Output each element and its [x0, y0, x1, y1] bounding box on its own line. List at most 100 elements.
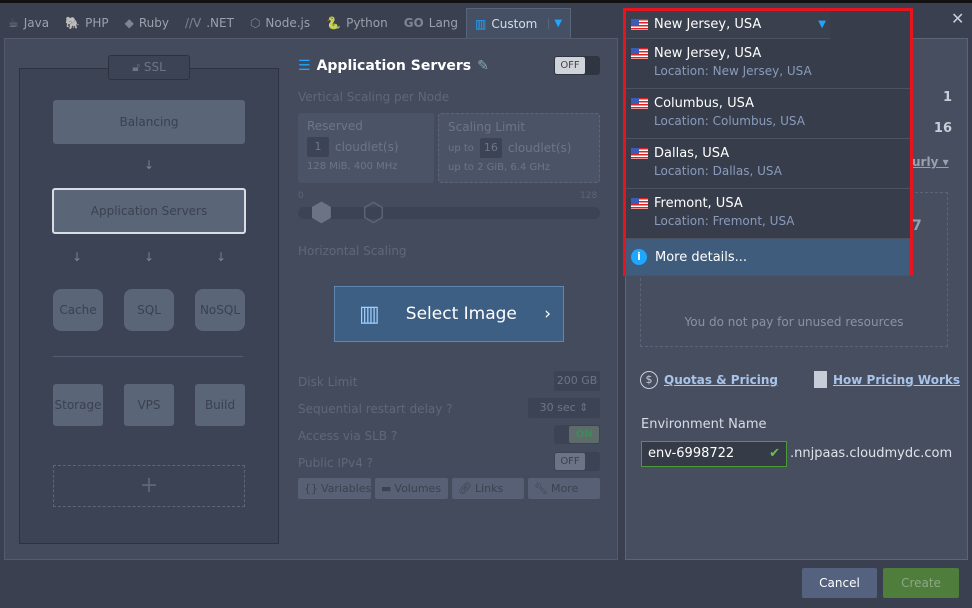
limit-input[interactable]: 16 — [479, 138, 502, 158]
sql-node[interactable]: SQL — [124, 289, 174, 331]
tab-python[interactable]: 🐍 Python — [318, 8, 396, 38]
check-icon: ✔ — [769, 446, 780, 461]
engine-tabs: ☕ Java 🐘 PHP ◆ Ruby //V .NET ⬡ Node.js 🐍 Pytho… — [0, 8, 572, 38]
us-flag-icon — [631, 19, 648, 30]
tab-ruby[interactable]: ◆ Ruby — [117, 8, 177, 38]
arrow-down-icon: ↓ — [216, 250, 227, 264]
select-image-button[interactable]: ▥ Select Image › — [334, 286, 564, 342]
limit-label: Scaling Limit — [448, 120, 526, 134]
billing-period-dropdown[interactable]: urly ▾ — [912, 155, 949, 169]
close-icon[interactable]: ✕ — [951, 9, 964, 28]
info-icon: i — [631, 249, 647, 265]
us-flag-icon — [631, 98, 648, 109]
reserved-count: 1 — [942, 90, 952, 105]
vps-node[interactable]: VPS — [124, 384, 174, 426]
env-name-input[interactable]: env-6998722 ✔ — [641, 441, 787, 467]
price-value: 7 — [912, 218, 922, 234]
links-button[interactable]: 🔗︎ Links — [452, 478, 524, 499]
restart-delay-label: Sequential restart delay ? — [298, 402, 453, 416]
limit-count: 16 — [933, 121, 952, 136]
help-icon[interactable]: ? — [367, 456, 373, 470]
limit-info: up to 2 GiB, 6.4 GHz — [448, 162, 550, 173]
cloudlet-slider[interactable] — [298, 207, 600, 219]
folder-icon: ▬ — [381, 482, 392, 495]
reserved-input[interactable]: 1 — [307, 137, 329, 157]
horizontal-scaling-label: Horizontal Scaling — [298, 244, 407, 258]
add-node-button[interactable]: + — [53, 465, 245, 507]
more-button[interactable]: 🔧︎ More — [528, 478, 600, 499]
disk-limit-input[interactable]: 200 GB — [554, 371, 600, 391]
region-option[interactable]: Columbus, USA Location: Columbus, USA — [626, 89, 910, 139]
region-option[interactable]: Dallas, USA Location: Dallas, USA — [626, 139, 910, 189]
cancel-button[interactable]: Cancel — [802, 568, 877, 598]
cache-node[interactable]: Cache — [53, 289, 103, 331]
more-details-option[interactable]: i More details... — [626, 239, 910, 275]
divider — [53, 356, 243, 357]
top-bar — [0, 0, 972, 3]
ipv4-toggle[interactable]: OFF — [554, 452, 600, 471]
ruby-icon: ◆ — [124, 16, 134, 30]
quotas-link[interactable]: $ Quotas & Pricing — [640, 371, 778, 389]
dotnet-icon: //V — [184, 16, 202, 30]
image-icon: ▥ — [359, 301, 380, 327]
how-pricing-link[interactable]: How Pricing Works — [814, 371, 960, 388]
tab-nodejs[interactable]: ⬡ Node.js — [242, 8, 318, 38]
go-icon: GO — [403, 16, 424, 30]
us-flag-icon — [631, 148, 648, 159]
region-option[interactable]: New Jersey, USA Location: New Jersey, USA — [626, 39, 910, 89]
region-option[interactable]: Fremont, USA Location: Fremont, USA — [626, 189, 910, 239]
us-flag-icon — [631, 198, 648, 209]
cloudlets-label: cloudlet(s) — [507, 141, 572, 155]
vertical-scaling-label: Vertical Scaling per Node — [298, 90, 450, 104]
node-toggle[interactable]: OFF — [554, 56, 600, 75]
link-icon: 🔗︎ — [458, 482, 472, 495]
arrow-down-icon: ↓ — [144, 250, 155, 264]
volumes-button[interactable]: ▬ Volumes — [375, 478, 448, 499]
tab-go[interactable]: GO Lang — [396, 8, 466, 38]
create-button[interactable]: Create — [883, 568, 959, 598]
page-title: Application Servers — [316, 58, 472, 74]
reserved-handle[interactable]: ⬢ — [310, 200, 333, 226]
reserved-label: Reserved — [307, 119, 363, 133]
limit-box: Scaling Limit up to 16 cloudlet(s) up to 2… — [438, 113, 600, 183]
storage-node[interactable]: Storage — [53, 384, 103, 426]
region-dropdown[interactable]: New Jersey, USA ▼ New Jersey, USA Location… — [623, 8, 913, 276]
document-icon — [814, 371, 827, 388]
help-icon[interactable]: ? — [446, 402, 452, 416]
env-name-label: Environment Name — [641, 417, 767, 432]
tab-dotnet[interactable]: //V .NET — [177, 8, 242, 38]
config-header: ☰ Application Servers ✎ — [298, 58, 489, 74]
edit-icon[interactable]: ✎ — [477, 58, 489, 74]
tab-custom[interactable]: ▥ Custom ▼ — [466, 8, 572, 38]
limit-handle[interactable]: ⬡ — [362, 200, 385, 226]
list-icon: ☰ — [298, 58, 311, 74]
build-node[interactable]: Build — [195, 384, 245, 426]
variables-button[interactable]: {} Variables — [298, 478, 371, 499]
braces-icon: {} — [304, 482, 318, 495]
dollar-icon: $ — [640, 371, 658, 389]
region-select[interactable]: New Jersey, USA ▼ — [626, 11, 830, 39]
tab-php[interactable]: 🐘 PHP — [57, 8, 116, 38]
reserved-box: Reserved 1 cloudlet(s) 128 MiB, 400 MHz — [298, 113, 434, 183]
wrench-icon: 🔧︎ — [534, 482, 548, 495]
slb-label: Access via SLB ? — [298, 429, 398, 443]
chevron-down-icon[interactable]: ▼ — [548, 18, 562, 29]
nosql-node[interactable]: NoSQL — [195, 289, 245, 331]
restart-delay-input[interactable]: 30 sec ⇕ — [528, 398, 600, 418]
ssl-toggle[interactable]: 🔓︎ SSL — [108, 55, 190, 80]
up-to-label: up to — [448, 142, 474, 154]
tab-java[interactable]: ☕ Java — [0, 8, 57, 38]
chevron-down-icon: ▼ — [818, 19, 826, 30]
custom-icon: ▥ — [475, 16, 487, 31]
chevron-right-icon: › — [544, 304, 551, 324]
us-flag-icon — [631, 48, 648, 59]
nodejs-icon: ⬡ — [249, 16, 261, 30]
app-servers-node[interactable]: Application Servers — [52, 188, 246, 234]
arrow-down-icon: ↓ — [72, 250, 83, 264]
balancing-node[interactable]: Balancing — [53, 100, 245, 144]
help-icon[interactable]: ? — [391, 429, 397, 443]
lock-icon: 🔓︎ — [132, 60, 144, 74]
slb-toggle[interactable]: ON — [554, 425, 600, 444]
disk-limit-label: Disk Limit — [298, 375, 358, 389]
unused-resources-note: You do not pay for unused resources — [684, 315, 904, 329]
